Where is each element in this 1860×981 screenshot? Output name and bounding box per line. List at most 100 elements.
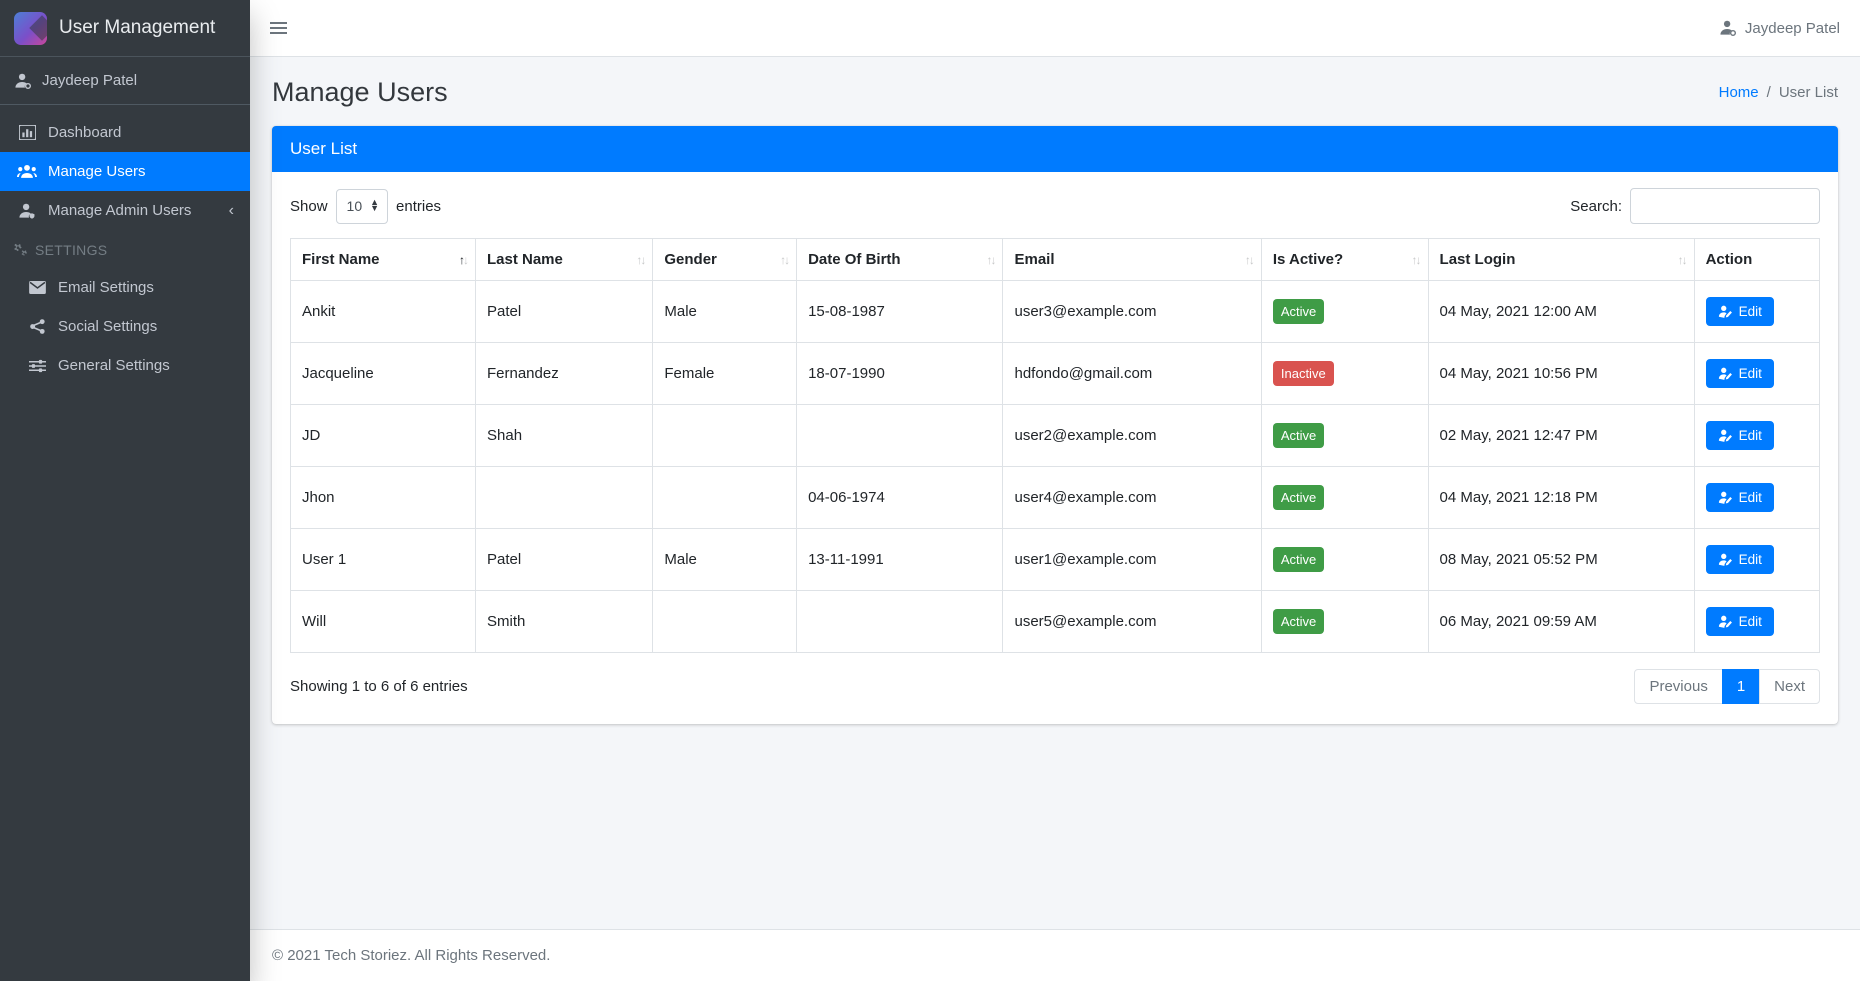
sidebar-item-manage-admin-users[interactable]: Manage Admin Users ‹ <box>0 191 250 230</box>
table-row: Jhon 04-06-1974 user4@example.com Active 04 … <box>290 466 1821 529</box>
user-icon <box>1719 20 1737 36</box>
user-edit-icon <box>1718 553 1733 566</box>
topbar-user-name: Jaydeep Patel <box>1744 19 1840 37</box>
column-header-email[interactable]: Email ↑↓ <box>1002 238 1262 281</box>
cell-gender: Female <box>652 342 798 405</box>
page-title: Manage Users <box>272 77 448 107</box>
cell-status: Active <box>1260 590 1429 653</box>
user-table: First Name ↑↓ Last Name ↑↓ Gender ↑↓ Date Of B… <box>290 238 1821 653</box>
search-control: Search: <box>1570 188 1820 224</box>
cell-dob: 15-08-1987 <box>796 280 1004 343</box>
user-edit-icon <box>1718 429 1733 442</box>
edit-button[interactable]: Edit <box>1705 297 1774 326</box>
breadcrumb-home-link[interactable]: Home <box>1719 84 1759 101</box>
column-header-dob[interactable]: Date Of Birth ↑↓ <box>796 238 1004 281</box>
sort-arrows-icon: ↑↓ <box>459 252 469 267</box>
sort-arrows-icon: ↑↓ <box>986 252 996 267</box>
cell-email: user4@example.com <box>1002 466 1262 529</box>
edit-button[interactable]: Edit <box>1705 359 1774 388</box>
sidebar: User Management Jaydeep Patel Dashboard … <box>0 0 250 981</box>
sliders-icon <box>26 359 48 373</box>
cell-action: Edit <box>1693 466 1821 529</box>
cell-last-login: 06 May, 2021 09:59 AM <box>1427 590 1695 653</box>
column-header-last_login[interactable]: Last Login ↑↓ <box>1427 238 1695 281</box>
pagination-previous-button[interactable]: Previous <box>1634 669 1723 704</box>
topbar-user-menu[interactable]: Jaydeep Patel <box>1719 20 1840 37</box>
page-size-select[interactable]: 10 ▲ ▼ <box>335 188 389 224</box>
user-edit-icon <box>1718 491 1733 504</box>
cell-last-login: 04 May, 2021 10:56 PM <box>1427 342 1695 405</box>
sidebar-item-label: Email Settings <box>58 279 154 296</box>
topbar: Jaydeep Patel <box>250 0 1860 57</box>
user-icon <box>14 73 32 89</box>
cell-last_name: Patel <box>474 280 654 343</box>
cell-gender: Male <box>652 528 798 591</box>
users-icon <box>16 164 38 179</box>
table-info: Showing 1 to 6 of 6 entries <box>290 678 468 695</box>
cell-status: Active <box>1260 466 1429 529</box>
pagination-page-1-button[interactable]: 1 <box>1721 669 1761 704</box>
select-arrows-icon: ▲ ▼ <box>370 197 380 213</box>
sidebar-item-email-settings[interactable]: Email Settings <box>0 268 250 307</box>
settings-header-label: SETTINGS <box>35 242 108 258</box>
column-header-gender[interactable]: Gender ↑↓ <box>652 238 798 281</box>
hamburger-menu-icon[interactable] <box>268 15 289 41</box>
brand[interactable]: User Management <box>0 0 250 57</box>
entries-label: entries <box>396 197 442 215</box>
app-logo-icon <box>14 11 47 45</box>
cell-email: user5@example.com <box>1002 590 1262 653</box>
cell-first_name: Jhon <box>290 466 476 529</box>
edit-button[interactable]: Edit <box>1705 607 1774 636</box>
column-header-last_name[interactable]: Last Name ↑↓ <box>474 238 654 281</box>
pagination-next-button[interactable]: Next <box>1759 669 1820 704</box>
envelope-icon <box>26 281 48 294</box>
search-label: Search: <box>1570 197 1622 215</box>
cell-email: user1@example.com <box>1002 528 1262 591</box>
breadcrumb: Home / User List <box>1719 84 1838 101</box>
sidebar-item-label: General Settings <box>58 357 170 374</box>
edit-button-label: Edit <box>1738 552 1762 567</box>
cell-status: Active <box>1260 528 1429 591</box>
cell-dob <box>796 404 1004 467</box>
sort-arrows-icon: ↑↓ <box>1411 252 1422 267</box>
edit-button[interactable]: Edit <box>1705 483 1774 512</box>
column-label: Last Name <box>487 251 563 268</box>
cell-dob: 13-11-1991 <box>796 528 1004 591</box>
cell-last_name: Smith <box>474 590 654 653</box>
sort-arrows-icon: ↑↓ <box>636 252 646 267</box>
edit-button-label: Edit <box>1738 428 1762 443</box>
edit-button[interactable]: Edit <box>1705 421 1774 450</box>
status-badge: Active <box>1272 485 1325 510</box>
admin-user-icon <box>16 203 38 219</box>
user-edit-icon <box>1718 305 1733 318</box>
cell-action: Edit <box>1693 590 1821 653</box>
column-header-status[interactable]: Is Active? ↑↓ <box>1260 238 1429 281</box>
sidebar-item-manage-users[interactable]: Manage Users <box>0 152 250 191</box>
sidebar-item-dashboard[interactable]: Dashboard <box>0 113 250 152</box>
cell-first_name: Ankit <box>290 280 476 343</box>
search-input[interactable] <box>1630 188 1820 224</box>
cell-email: user3@example.com <box>1002 280 1262 343</box>
sidebar-user-panel[interactable]: Jaydeep Patel <box>0 57 250 105</box>
edit-button[interactable]: Edit <box>1705 545 1774 574</box>
column-header-first_name[interactable]: First Name ↑↓ <box>290 238 476 281</box>
card-header: User List <box>272 126 1838 172</box>
cell-action: Edit <box>1693 528 1821 591</box>
table-row: JD Shah user2@example.com Active 02 May, 202… <box>290 404 1821 467</box>
sidebar-item-general-settings[interactable]: General Settings <box>0 346 250 385</box>
cell-last-login: 04 May, 2021 12:00 AM <box>1427 280 1695 343</box>
sidebar-user-name: Jaydeep Patel <box>42 72 138 89</box>
user-table-head: First Name ↑↓ Last Name ↑↓ Gender ↑↓ Date Of B… <box>290 238 1821 281</box>
sidebar-item-social-settings[interactable]: Social Settings <box>0 307 250 346</box>
cell-status: Inactive <box>1260 342 1429 405</box>
status-badge: Active <box>1272 609 1325 634</box>
sidebar-item-label: Manage Admin Users <box>48 202 192 219</box>
column-label: Gender <box>664 251 717 268</box>
page-length-control: Show 10 ▲ ▼ entries <box>290 188 442 224</box>
cell-gender: Male <box>652 280 798 343</box>
cell-last_name <box>474 466 654 529</box>
card-body: Show 10 ▲ ▼ entries Search: First Name ↑… <box>272 172 1838 724</box>
chart-bar-icon <box>16 125 38 140</box>
cell-last_name: Patel <box>474 528 654 591</box>
edit-button-label: Edit <box>1738 490 1762 505</box>
